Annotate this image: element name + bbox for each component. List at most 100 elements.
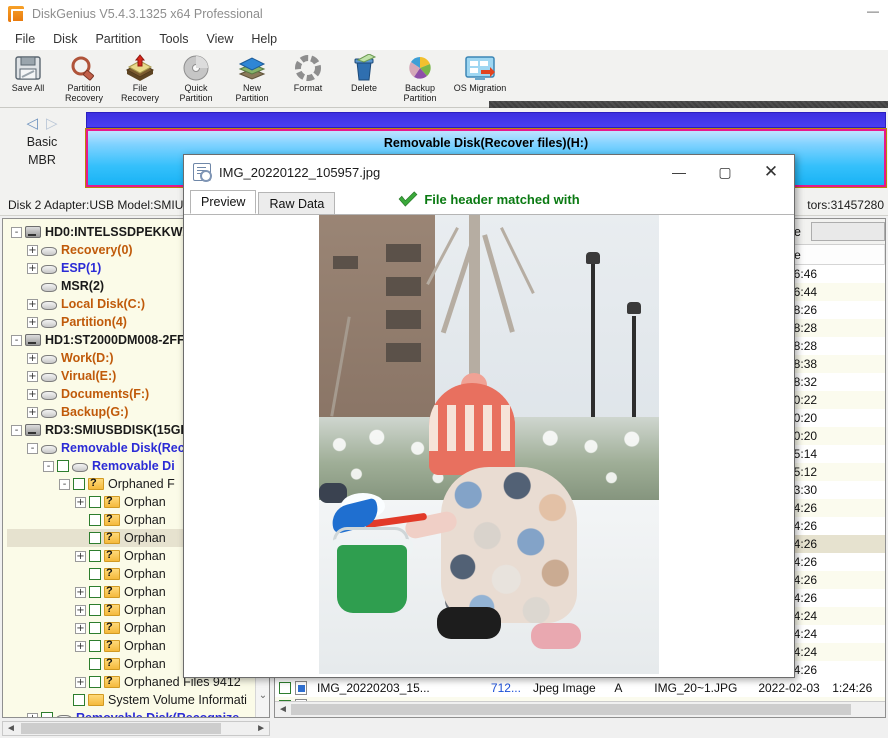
toolbar-new-partition-button[interactable]: New Partition bbox=[224, 50, 280, 106]
photo-snowsuit bbox=[441, 467, 577, 623]
expand-toggle-icon[interactable]: + bbox=[75, 605, 86, 616]
partition-name-label: Removable Disk(Recover files)(H:) bbox=[88, 136, 884, 150]
tree-node-checkbox[interactable] bbox=[89, 532, 101, 544]
expand-toggle-icon[interactable]: + bbox=[27, 317, 38, 328]
toolbar-delete-button[interactable]: Delete bbox=[336, 50, 392, 106]
disk-overview-bar[interactable] bbox=[86, 112, 886, 128]
tree-node-label: Orphan bbox=[124, 639, 166, 653]
tree-scroll-down-icon[interactable]: ⌄ bbox=[256, 687, 270, 703]
collapse-toggle-icon[interactable]: - bbox=[43, 461, 54, 472]
folder-q-icon bbox=[104, 496, 120, 508]
collapse-toggle-icon[interactable]: - bbox=[59, 479, 70, 490]
tree-horizontal-scrollbar[interactable]: ◄ ► bbox=[2, 721, 270, 736]
folder-q-icon bbox=[104, 640, 120, 652]
collapse-toggle-icon[interactable]: - bbox=[11, 335, 22, 346]
menu-partition[interactable]: Partition bbox=[86, 30, 150, 48]
menu-bar: File Disk Partition Tools View Help bbox=[0, 28, 888, 50]
menu-view[interactable]: View bbox=[198, 30, 243, 48]
tree-node-checkbox[interactable] bbox=[89, 676, 101, 688]
tree-node-checkbox[interactable] bbox=[89, 586, 101, 598]
expand-toggle-icon[interactable]: + bbox=[75, 641, 86, 652]
dialog-minimize-button[interactable]: — bbox=[656, 155, 702, 189]
tree-node-checkbox[interactable] bbox=[89, 604, 101, 616]
expand-toggle-icon[interactable]: + bbox=[27, 389, 38, 400]
toolbar-partition-recovery-label-2: Recovery bbox=[65, 94, 103, 104]
toolbar-backup-partition-button[interactable]: Backup Partition bbox=[392, 50, 448, 106]
tree-hscroll-thumb[interactable] bbox=[21, 723, 221, 734]
tree-node-checkbox[interactable] bbox=[89, 658, 101, 670]
tree-spacer bbox=[75, 659, 86, 670]
tree-node-label: Work(D:) bbox=[61, 351, 114, 365]
toolbar-partition-recovery-button[interactable]: Partition Recovery bbox=[56, 50, 112, 106]
next-disk-arrow-icon[interactable]: ▷ bbox=[46, 114, 58, 132]
partition-icon bbox=[56, 715, 72, 718]
tree-node-checkbox[interactable] bbox=[89, 640, 101, 652]
expand-toggle-icon[interactable]: + bbox=[27, 353, 38, 364]
file-row-checkbox[interactable] bbox=[279, 682, 291, 694]
disk-icon bbox=[25, 424, 41, 436]
tree-node-checkbox[interactable] bbox=[89, 550, 101, 562]
tree-node[interactable]: System Volume Informati bbox=[7, 691, 269, 709]
expand-toggle-icon[interactable]: + bbox=[75, 587, 86, 598]
expand-toggle-icon[interactable]: + bbox=[27, 245, 38, 256]
expand-toggle-icon[interactable]: + bbox=[75, 497, 86, 508]
toolbar-os-migration-button[interactable]: OS Migration bbox=[448, 50, 512, 106]
tree-node-checkbox[interactable] bbox=[41, 712, 53, 718]
toolbar-format-button[interactable]: Format bbox=[280, 50, 336, 106]
collapse-toggle-icon[interactable]: - bbox=[11, 425, 22, 436]
minimize-button[interactable]: — bbox=[858, 0, 888, 22]
menu-tools[interactable]: Tools bbox=[150, 30, 197, 48]
toolbar-quick-partition-button[interactable]: Quick Partition bbox=[168, 50, 224, 106]
menu-help[interactable]: Help bbox=[242, 30, 286, 48]
expand-toggle-icon[interactable]: + bbox=[27, 263, 38, 274]
tree-node-checkbox[interactable] bbox=[89, 514, 101, 526]
tree-hscroll-right-icon[interactable]: ► bbox=[256, 723, 269, 734]
format-icon bbox=[293, 52, 323, 84]
partition-recovery-icon bbox=[69, 52, 99, 84]
file-header-status-text: File header matched with bbox=[424, 192, 579, 207]
tree-node-checkbox[interactable] bbox=[89, 568, 101, 580]
toolbar-save-all-button[interactable]: Save All bbox=[0, 50, 56, 106]
tab-preview[interactable]: Preview bbox=[190, 190, 256, 214]
tab-raw-data[interactable]: Raw Data bbox=[258, 192, 335, 214]
expand-toggle-icon[interactable]: + bbox=[75, 677, 86, 688]
file-row-type: Jpeg Image bbox=[527, 679, 608, 697]
expand-toggle-icon[interactable]: + bbox=[75, 551, 86, 562]
tree-node-checkbox[interactable] bbox=[89, 496, 101, 508]
expand-toggle-icon[interactable]: + bbox=[27, 407, 38, 418]
toolbar-file-recovery-button[interactable]: File Recovery bbox=[112, 50, 168, 106]
prev-disk-arrow-icon[interactable]: ◁ bbox=[26, 114, 38, 132]
tree-node-checkbox[interactable] bbox=[73, 694, 85, 706]
tree-node[interactable]: +Removable Disk(Recognize bbox=[7, 709, 269, 718]
disk-nav-arrows: ◁ ▷ bbox=[26, 114, 57, 132]
tree-node-label: Recovery(0) bbox=[61, 243, 133, 257]
tree-node-checkbox[interactable] bbox=[89, 622, 101, 634]
folder-q-icon bbox=[104, 514, 120, 526]
folder-q-icon bbox=[104, 532, 120, 544]
tree-node-label: Backup(G:) bbox=[61, 405, 128, 419]
expand-toggle-icon[interactable]: + bbox=[27, 299, 38, 310]
file-list-hscroll-thumb[interactable] bbox=[291, 704, 851, 715]
dialog-maximize-button[interactable]: ▢ bbox=[702, 155, 748, 189]
expand-toggle-icon[interactable]: + bbox=[27, 713, 38, 719]
file-list-action-button[interactable] bbox=[811, 222, 885, 241]
folder-q-icon bbox=[104, 586, 120, 598]
collapse-toggle-icon[interactable]: - bbox=[27, 443, 38, 454]
dialog-close-button[interactable]: ✕ bbox=[748, 155, 794, 189]
disk-icon bbox=[25, 334, 41, 346]
tree-node-label: Orphan bbox=[124, 603, 166, 617]
file-list-horizontal-scrollbar[interactable]: ◄ bbox=[275, 701, 886, 717]
file-list-row[interactable]: IMG_20220203_15...712...Jpeg ImageAIMG_2… bbox=[275, 679, 885, 697]
menu-disk[interactable]: Disk bbox=[44, 30, 86, 48]
menu-file[interactable]: File bbox=[6, 30, 44, 48]
expand-toggle-icon[interactable]: + bbox=[75, 623, 86, 634]
dialog-title-bar[interactable]: IMG_20220122_105957.jpg — ▢ ✕ bbox=[184, 155, 794, 189]
file-preview-dialog[interactable]: IMG_20220122_105957.jpg — ▢ ✕ Preview Ra… bbox=[183, 154, 795, 678]
expand-toggle-icon[interactable]: + bbox=[27, 371, 38, 382]
tree-node-checkbox[interactable] bbox=[73, 478, 85, 490]
disk-info-left: Disk 2 Adapter:USB Model:SMIUS bbox=[8, 198, 191, 212]
tree-node-checkbox[interactable] bbox=[57, 460, 69, 472]
tree-hscroll-left-icon[interactable]: ◄ bbox=[3, 723, 16, 734]
tree-node-label: Orphaned F bbox=[108, 477, 175, 491]
collapse-toggle-icon[interactable]: - bbox=[11, 227, 22, 238]
